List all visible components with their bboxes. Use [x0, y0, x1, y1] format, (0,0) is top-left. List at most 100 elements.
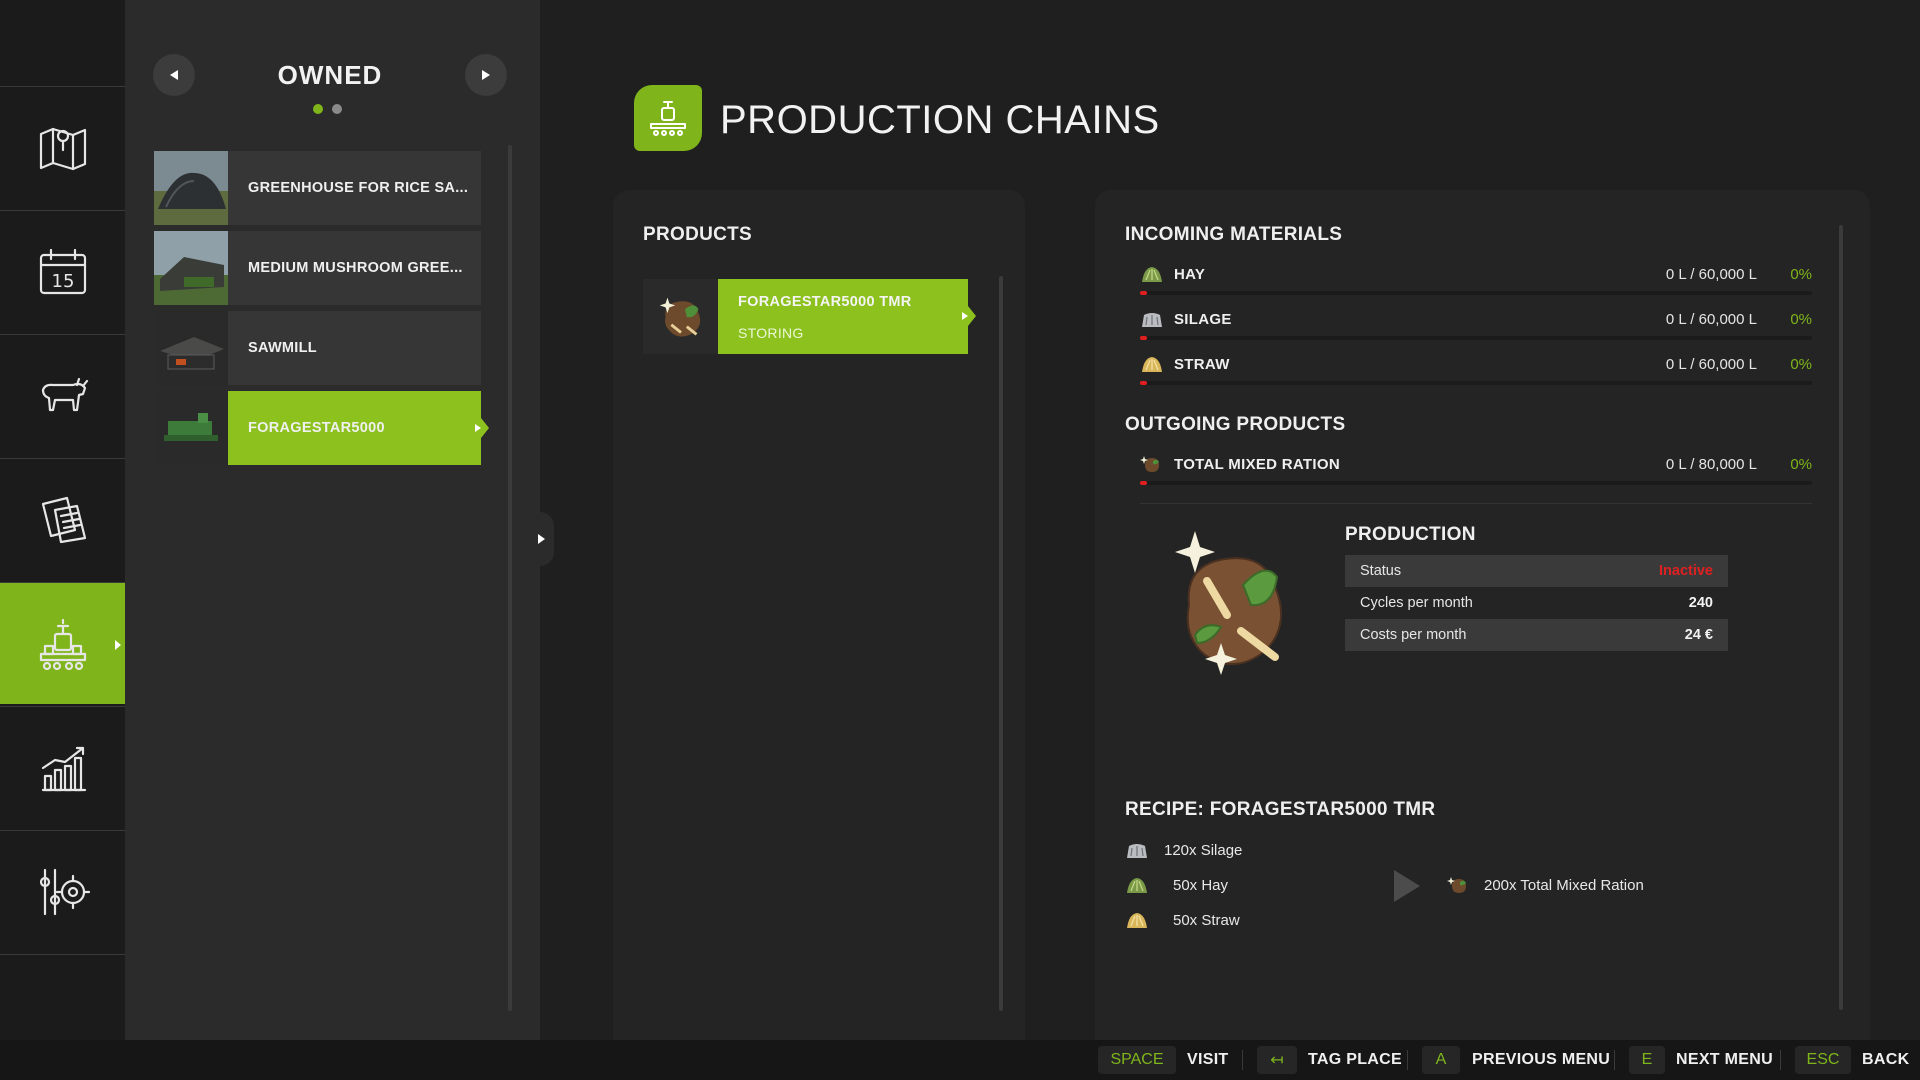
stat-label: Status	[1360, 563, 1402, 579]
mixed-ration-icon	[659, 297, 700, 337]
recipe-arrow-icon	[1394, 870, 1420, 902]
production-icon	[39, 618, 86, 670]
hint-back[interactable]: BACK	[1862, 1051, 1909, 1069]
material-row-straw: STRAW 0 L / 60,000 L 0%	[1140, 354, 1812, 386]
product-row-tmr: TOTAL MIXED RATION 0 L / 80,000 L 0%	[1140, 454, 1812, 486]
section-divider	[1140, 503, 1812, 504]
next-page-button[interactable]	[465, 54, 507, 96]
greenhouse-thumbnail	[154, 151, 228, 225]
list-item-sawmill[interactable]: SAWMILL	[154, 311, 481, 385]
recipe-input: 120x Silage	[1164, 842, 1243, 859]
stat-row-cycles: Cycles per month 240	[1345, 587, 1728, 619]
list-item-foragestar[interactable]: FORAGESTAR5000	[154, 391, 489, 465]
main-menu-rail: 15	[0, 0, 135, 1040]
list-item-label: MEDIUM MUSHROOM GREE...	[248, 260, 463, 276]
rail-item-contracts[interactable]	[0, 458, 125, 580]
cow-icon	[41, 377, 88, 411]
silage-icon	[1142, 313, 1162, 327]
key-a[interactable]: A	[1422, 1046, 1460, 1074]
material-fill-bar	[1140, 481, 1812, 485]
mushroom-greenhouse-thumbnail	[154, 231, 228, 305]
incoming-heading: INCOMING MATERIALS	[1125, 224, 1343, 245]
list-item-greenhouse[interactable]: GREENHOUSE FOR RICE SA...	[154, 151, 481, 225]
arrow-right-icon	[537, 534, 545, 544]
page-dot-1[interactable]	[313, 104, 323, 114]
calendar-icon: 15	[39, 248, 86, 294]
list-title: OWNED	[277, 60, 383, 90]
material-row-silage: SILAGE 0 L / 60,000 L 0%	[1140, 309, 1812, 341]
material-percent: 0%	[1790, 311, 1812, 328]
stat-label: Costs per month	[1360, 627, 1467, 643]
rail-item-map[interactable]	[0, 86, 125, 208]
list-item-mushroom[interactable]: MEDIUM MUSHROOM GREE...	[154, 231, 481, 305]
product-item-tmr[interactable]: FORAGESTAR5000 TMR STORING	[643, 279, 976, 354]
svg-text:15: 15	[51, 271, 74, 292]
material-row-hay: HAY 0 L / 60,000 L 0%	[1140, 264, 1812, 296]
material-name: TOTAL MIXED RATION	[1174, 456, 1340, 473]
selected-arrow-icon	[475, 424, 481, 432]
material-percent: 0%	[1790, 456, 1812, 473]
production-stats: Status Inactive Cycles per month 240 Cos…	[1345, 555, 1728, 651]
rail-item-calendar[interactable]: 15	[0, 210, 125, 332]
rail-item-settings[interactable]	[0, 830, 125, 952]
production-chains-screen: 15 OWNED GREENHOUSE FOR RICE SA... MEDIU…	[0, 0, 1920, 1080]
mixed-ration-icon	[1447, 877, 1466, 893]
hint-tag-place[interactable]: TAG PLACE	[1308, 1051, 1402, 1069]
material-name: HAY	[1174, 266, 1206, 283]
product-name: FORAGESTAR5000 TMR	[738, 294, 912, 310]
product-status: STORING	[738, 325, 804, 341]
material-fill-bar	[1140, 336, 1812, 340]
rail-item-production[interactable]	[0, 582, 135, 704]
sawmill-thumbnail	[154, 311, 228, 385]
key-tag[interactable]: ↤	[1257, 1046, 1297, 1074]
products-scrollbar[interactable]	[999, 276, 1003, 1011]
arrow-left-icon	[170, 70, 178, 80]
list-item-label: FORAGESTAR5000	[248, 420, 385, 436]
straw-icon	[1127, 913, 1147, 928]
settings-icon	[39, 868, 90, 915]
cycles-value: 240	[1688, 595, 1713, 611]
material-name: STRAW	[1174, 356, 1230, 373]
key-e[interactable]: E	[1629, 1046, 1665, 1074]
hay-icon	[1142, 267, 1162, 282]
panel-collapse-button[interactable]	[528, 512, 554, 566]
chart-icon	[41, 746, 86, 791]
recipe-output: 200x Total Mixed Ration	[1484, 877, 1644, 894]
production-chains-header-icon	[634, 85, 702, 151]
list-scrollbar[interactable]	[508, 145, 512, 1011]
status-value: Inactive	[1659, 563, 1713, 579]
outgoing-heading: OUTGOING PRODUCTS	[1125, 414, 1346, 435]
mixed-ration-illustration	[1175, 531, 1282, 675]
page-title: PRODUCTION CHAINS	[720, 98, 1160, 142]
rail-item-animals[interactable]	[0, 334, 125, 456]
map-icon	[39, 127, 86, 170]
list-item-label: SAWMILL	[248, 340, 317, 356]
material-amount: 0 L / 60,000 L	[1665, 356, 1757, 373]
stat-row-costs: Costs per month 24 €	[1345, 619, 1728, 651]
foragestar-thumbnail	[154, 391, 228, 465]
arrow-right-icon	[482, 70, 490, 80]
mixed-ration-icon	[1140, 456, 1159, 472]
recipe-input: 50x Straw	[1173, 912, 1240, 929]
key-esc[interactable]: ESC	[1795, 1046, 1851, 1074]
hint-previous-menu[interactable]: PREVIOUS MENU	[1472, 1051, 1610, 1069]
material-fill-bar	[1140, 381, 1812, 385]
production-icon	[650, 101, 686, 136]
recipe-input: 50x Hay	[1173, 877, 1229, 894]
details-scrollbar[interactable]	[1839, 225, 1843, 1010]
selected-arrow-icon	[962, 312, 968, 320]
documents-icon	[41, 496, 86, 543]
material-amount: 0 L / 80,000 L	[1665, 456, 1757, 473]
page-dot-2[interactable]	[332, 104, 342, 114]
hay-icon	[1127, 878, 1147, 893]
rail-item-statistics[interactable]	[0, 706, 125, 828]
silage-icon	[1127, 844, 1147, 858]
hint-next-menu[interactable]: NEXT MENU	[1676, 1051, 1773, 1069]
hint-visit[interactable]: VISIT	[1187, 1051, 1229, 1069]
material-amount: 0 L / 60,000 L	[1665, 266, 1757, 283]
product-thumbnail	[643, 279, 718, 354]
page-indicator	[313, 104, 342, 114]
list-item-label: GREENHOUSE FOR RICE SA...	[248, 180, 469, 196]
production-heading: PRODUCTION	[1345, 524, 1476, 545]
key-space[interactable]: SPACE	[1098, 1046, 1176, 1074]
